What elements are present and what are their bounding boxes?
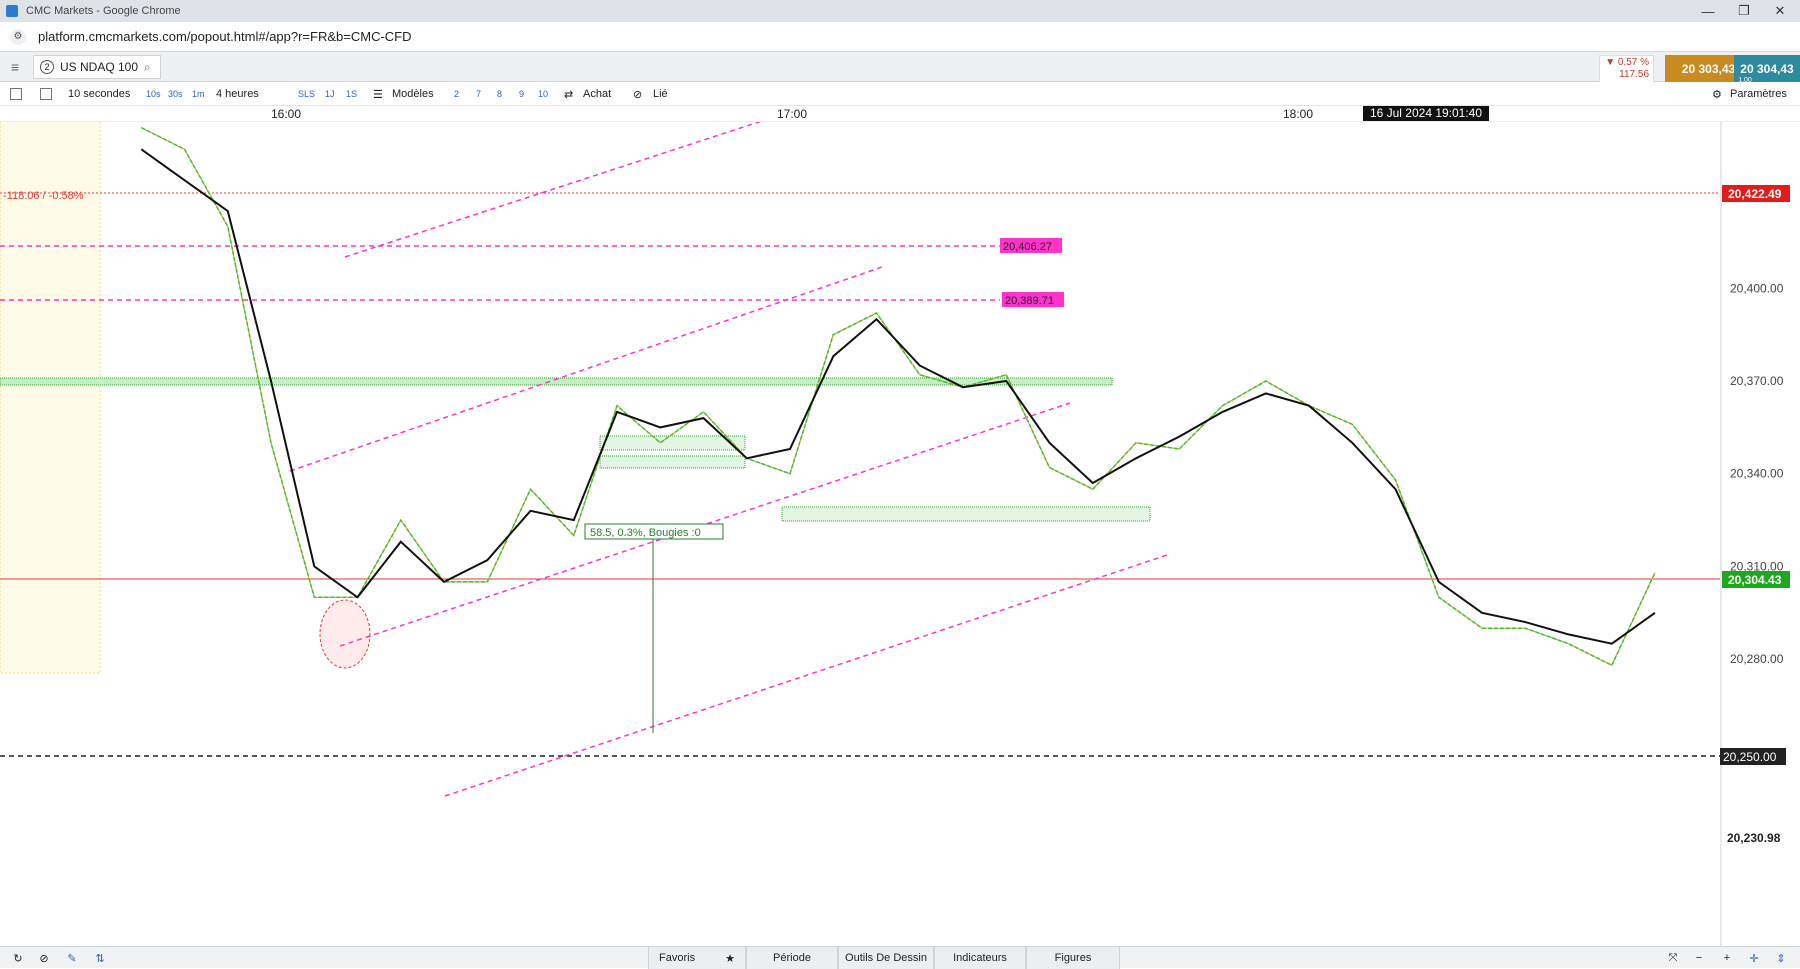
templates-button[interactable]: Modèles bbox=[392, 82, 434, 106]
change-label: -118.06 / -0.58% bbox=[3, 190, 84, 202]
range-1j-button[interactable]: 1J bbox=[325, 82, 335, 106]
bottom-toolbar: ↻ ⊘ ✎ ⇅ Favoris ★ Période Outils De Dess… bbox=[0, 946, 1800, 969]
channel-upper-line[interactable] bbox=[344, 105, 809, 258]
interval-30s-button[interactable]: 30s bbox=[168, 82, 183, 106]
template-7-button[interactable]: 7 bbox=[476, 82, 481, 106]
trade-side-button[interactable]: Achat bbox=[583, 82, 611, 106]
tab-figures-label: Figures bbox=[1054, 952, 1092, 964]
series-layer bbox=[140, 126, 1656, 667]
instrument-tab[interactable]: 2 US NDAQ 100 ⌕ bbox=[33, 55, 161, 79]
y-tick-label: 20,280.00 bbox=[1730, 652, 1784, 666]
settings-button[interactable]: Paramètres bbox=[1730, 82, 1787, 106]
range-select[interactable]: 4 heures bbox=[216, 82, 259, 106]
y-tick-label: 20,370.00 bbox=[1730, 374, 1784, 388]
restore-icon[interactable]: ❐ bbox=[1726, 0, 1762, 22]
chart-toolbar: 10 secondes 10s 30s 1m 4 heures SLS 1J 1… bbox=[0, 82, 1800, 106]
pencil-icon[interactable]: ✎ bbox=[62, 947, 82, 969]
level-20250-label: 20,250.00 bbox=[1723, 750, 1777, 764]
window-title: CMC Markets - Google Chrome bbox=[26, 5, 181, 17]
browser-titlebar: CMC Markets - Google Chrome — ❐ ✕ bbox=[0, 0, 1800, 22]
interval-10s-button[interactable]: 10s bbox=[146, 82, 161, 106]
sell-price: 20 303,43 bbox=[1681, 62, 1736, 76]
app-icon bbox=[6, 5, 18, 17]
fit-icon[interactable]: ⤧ bbox=[1664, 947, 1682, 969]
level-2-label: 20,389.71 bbox=[1005, 295, 1054, 307]
template-2-button[interactable]: 2 bbox=[454, 82, 459, 106]
search-icon[interactable]: ⌕ bbox=[144, 60, 151, 75]
buy-price: 20 304,43 bbox=[1740, 62, 1794, 76]
linked-button[interactable]: Lié bbox=[653, 82, 668, 106]
channel-bottom-line[interactable] bbox=[444, 553, 1171, 797]
range-1s-button[interactable]: 1S bbox=[346, 82, 357, 106]
x-tick-label: 18:00 bbox=[1283, 107, 1314, 121]
site-info-icon[interactable]: ⚙ bbox=[10, 28, 26, 45]
url-text[interactable]: platform.cmcmarkets.com/popout.html#/app… bbox=[38, 29, 412, 44]
tab-number: 2 bbox=[40, 60, 54, 74]
grid-view-icon[interactable] bbox=[40, 82, 52, 106]
instrument-tab-row: ≡ 2 US NDAQ 100 ⌕ ▼ 0.57 % 117.56 20 303… bbox=[0, 52, 1800, 83]
change-box: ▼ 0.57 % 117.56 bbox=[1599, 55, 1654, 83]
tab-periode[interactable]: Période bbox=[746, 947, 838, 969]
zone-small-1[interactable] bbox=[599, 435, 746, 451]
zoom-out-icon[interactable]: − bbox=[1690, 947, 1708, 969]
refresh-icon[interactable]: ↻ bbox=[8, 947, 28, 969]
tab-outils-label: Outils De Dessin bbox=[845, 952, 927, 964]
bottom-value-label: 20,230.98 bbox=[1727, 831, 1781, 845]
x-tick-label: 17:00 bbox=[777, 107, 808, 121]
close-icon[interactable]: ✕ bbox=[1762, 0, 1798, 22]
address-bar[interactable]: ⚙ platform.cmcmarkets.com/popout.html#/a… bbox=[0, 22, 1800, 52]
range-sls-button[interactable]: SLS bbox=[298, 82, 315, 106]
tab-figures[interactable]: Figures bbox=[1026, 947, 1120, 969]
current-price-label: 20,304.43 bbox=[1728, 573, 1782, 587]
hide-icon[interactable]: ⊘ bbox=[34, 947, 54, 969]
tab-indicateurs-label: Indicateurs bbox=[953, 952, 1007, 964]
list-view-icon[interactable] bbox=[10, 82, 22, 106]
tab-favoris-label: Favoris bbox=[659, 952, 696, 964]
prev-close-label: 20,422.49 bbox=[1728, 187, 1782, 201]
template-9-button[interactable]: 9 bbox=[519, 82, 524, 106]
template-8-button[interactable]: 8 bbox=[497, 82, 502, 106]
minimize-icon[interactable]: — bbox=[1690, 0, 1726, 22]
trade-side-icon[interactable]: ⇄ bbox=[564, 82, 573, 106]
vertical-zoom-icon[interactable]: ⇕ bbox=[1772, 947, 1790, 969]
crosshair-icon[interactable]: ✛ bbox=[1745, 947, 1763, 969]
tab-periode-label: Période bbox=[773, 952, 811, 964]
change-points: 117.56 bbox=[1619, 69, 1649, 80]
chart-svg[interactable]: 58.5, 0.3%, Bougies :0 -118.06 / -0.58% … bbox=[0, 91, 1800, 946]
instrument-name: US NDAQ 100 bbox=[60, 60, 139, 74]
link-icon[interactable]: ⊘ bbox=[633, 82, 642, 106]
y-tick-label: 20,340.00 bbox=[1730, 467, 1784, 481]
interval-select[interactable]: 10 secondes bbox=[68, 82, 130, 106]
template-10-button[interactable]: 10 bbox=[538, 82, 548, 106]
arrows-icon[interactable]: ⇅ bbox=[90, 947, 110, 969]
templates-icon[interactable]: ☰ bbox=[373, 82, 383, 106]
star-icon[interactable]: ★ bbox=[725, 952, 735, 965]
crosshair-time-label: 16 Jul 2024 19:01:40 bbox=[1363, 106, 1489, 121]
x-tick-label: 16:00 bbox=[271, 107, 302, 121]
change-percent: ▼ 0.57 % bbox=[1605, 57, 1649, 68]
support-zone[interactable] bbox=[781, 506, 1151, 522]
zoom-in-icon[interactable]: + bbox=[1718, 947, 1736, 969]
y-tick-label: 20,400.00 bbox=[1730, 281, 1784, 295]
settings-icon[interactable]: ⚙ bbox=[1712, 82, 1722, 106]
hamburger-menu-icon[interactable]: ≡ bbox=[0, 52, 30, 82]
price-chart[interactable]: 58.5, 0.3%, Bougies :0 -118.06 / -0.58% … bbox=[0, 91, 1800, 946]
tab-indicateurs[interactable]: Indicateurs bbox=[934, 947, 1026, 969]
level-1-label: 20,406.27 bbox=[1003, 241, 1052, 253]
interval-1m-button[interactable]: 1m bbox=[192, 82, 205, 106]
channel-mid-line[interactable] bbox=[289, 265, 886, 472]
tab-favoris[interactable]: Favoris ★ bbox=[648, 947, 746, 969]
y-axis-panel bbox=[1720, 106, 1800, 946]
low-highlight-circle[interactable] bbox=[319, 599, 371, 669]
measure-label: 58.5, 0.3%, Bougies :0 bbox=[590, 527, 701, 539]
zone-small-2[interactable] bbox=[599, 455, 746, 469]
tab-outils-de-dessin[interactable]: Outils De Dessin bbox=[838, 947, 934, 969]
time-axis: 16:00 17:00 18:00 16 Jul 2024 19:01:40 bbox=[0, 106, 1800, 122]
